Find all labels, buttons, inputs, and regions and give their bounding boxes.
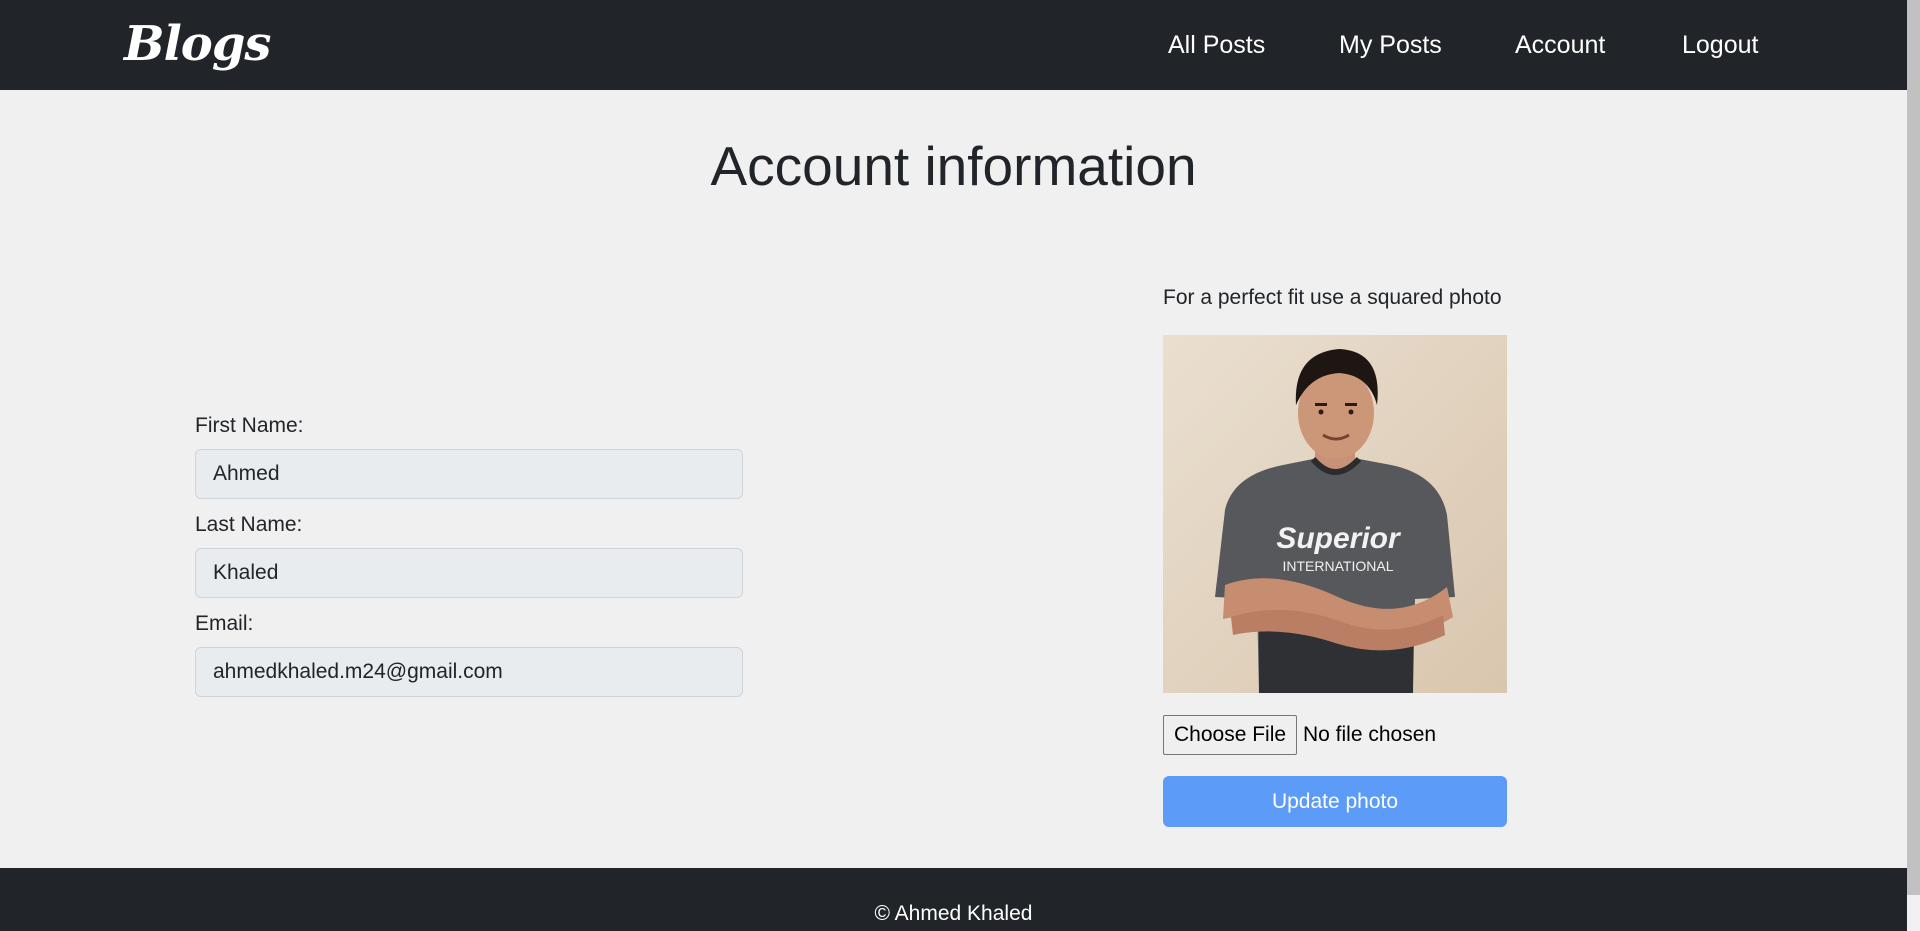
nav-link-all-posts[interactable]: All Posts (1168, 27, 1265, 63)
first-name-label: First Name: (195, 414, 304, 437)
last-name-label: Last Name: (195, 513, 303, 536)
nav-link-logout[interactable]: Logout (1682, 27, 1758, 63)
file-status-text: No file chosen (1303, 723, 1437, 746)
first-name-field[interactable] (195, 449, 743, 499)
shirt-text-main: Superior (1276, 522, 1402, 555)
profile-photo: Superior INTERNATIONAL (1163, 335, 1507, 693)
choose-file-button[interactable]: Choose File (1163, 715, 1298, 755)
last-name-field[interactable] (195, 548, 743, 598)
footer-copyright: © Ahmed Khaled (874, 902, 1033, 925)
top-navbar: Blogs All Posts My Posts Account Logout (0, 0, 1907, 90)
page-title: Account information (710, 135, 1197, 197)
nav-link-account[interactable]: Account (1515, 27, 1605, 63)
profile-photo-image: Superior INTERNATIONAL (1163, 335, 1507, 693)
email-field[interactable] (195, 647, 743, 697)
shirt-text-sub: INTERNATIONAL (1283, 558, 1394, 574)
vertical-scrollbar[interactable] (1907, 0, 1920, 931)
email-label: Email: (195, 612, 254, 635)
nav-link-my-posts[interactable]: My Posts (1339, 27, 1442, 63)
scrollbar-thumb[interactable] (1907, 0, 1920, 895)
update-photo-button[interactable]: Update photo (1163, 776, 1507, 827)
brand-logo[interactable]: Blogs (124, 14, 271, 74)
photo-hint: For a perfect fit use a squared photo (1163, 286, 1502, 309)
